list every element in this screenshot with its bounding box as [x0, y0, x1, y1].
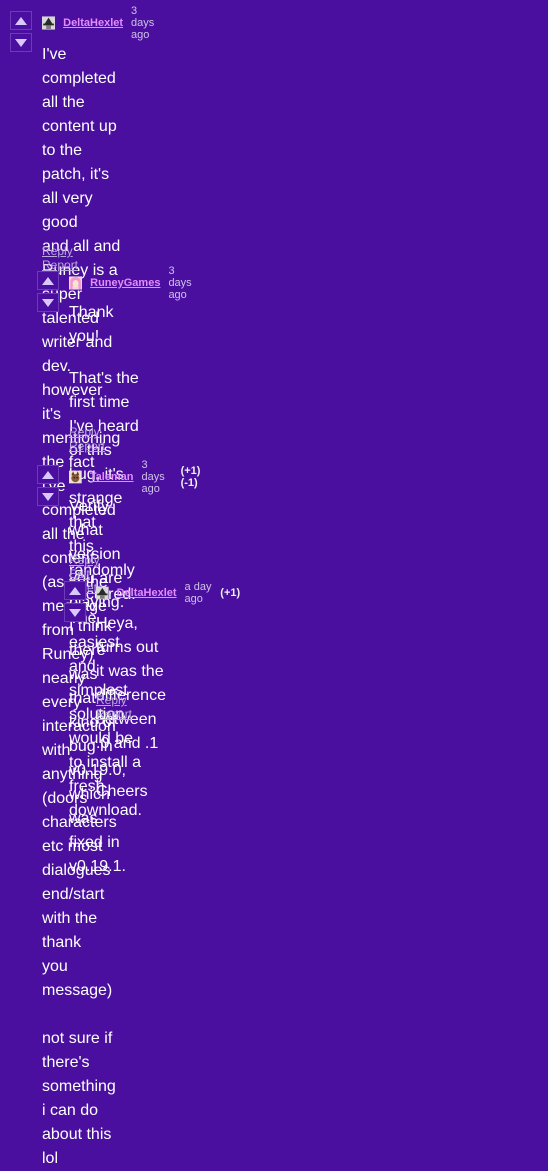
reply-link[interactable]: Reply	[96, 693, 127, 707]
comment-header: DeltaHexlet a day ago (+1)	[96, 581, 240, 605]
vote-buttons	[64, 581, 86, 625]
report-link[interactable]: Report	[69, 439, 105, 453]
author-name[interactable]: Taleman	[90, 471, 134, 483]
timestamp[interactable]: 3 days ago	[142, 459, 173, 495]
upvote-arrow-icon	[69, 586, 81, 595]
comment-actions: Reply Report	[69, 425, 114, 453]
vote-buttons	[37, 465, 59, 509]
comment-line: Thank you!	[69, 304, 114, 345]
author-name[interactable]: RuneyGames	[90, 277, 160, 289]
comment-header: Taleman 3 days ago (+1)(-1)	[69, 459, 202, 495]
upvote-button[interactable]	[37, 271, 59, 290]
vote-buttons	[37, 271, 59, 315]
upvote-button[interactable]	[64, 581, 86, 600]
pink-hair-avatar-icon[interactable]	[69, 272, 83, 294]
reply-link[interactable]: Reply	[69, 425, 100, 439]
downvote-button[interactable]	[64, 603, 86, 622]
comment-line: I've completed all the content up to the…	[42, 46, 117, 231]
score-badge: (+1)(-1)	[180, 465, 201, 489]
reply-link[interactable]: Reply	[69, 553, 100, 567]
comment-line: Cheers	[96, 783, 148, 800]
report-link[interactable]: Report	[96, 707, 132, 721]
author-name[interactable]: DeltaHexlet	[63, 17, 123, 29]
brown-creature-avatar-icon[interactable]	[69, 466, 82, 488]
witch-hat-avatar-icon[interactable]	[96, 582, 109, 604]
downvote-arrow-icon	[42, 298, 54, 307]
comment-actions: Reply Report	[96, 693, 141, 721]
timestamp[interactable]: a day ago	[185, 581, 213, 605]
comment-line: not sure if there's something i can do a…	[42, 1030, 116, 1167]
downvote-button[interactable]	[37, 487, 59, 506]
author-name[interactable]: DeltaHexlet	[117, 587, 177, 599]
upvote-arrow-icon	[15, 16, 27, 25]
upvote-button[interactable]	[37, 465, 59, 484]
comment-actions: Reply Report	[42, 244, 87, 272]
downvote-button[interactable]	[37, 293, 59, 312]
score-badge: (+1)	[220, 587, 241, 599]
upvote-button[interactable]	[10, 11, 32, 30]
downvote-arrow-icon	[69, 608, 81, 617]
comment-line: Heya, turns out it was the difference be…	[96, 615, 166, 752]
downvote-button[interactable]	[10, 33, 32, 52]
comment-header: DeltaHexlet 3 days ago	[42, 5, 171, 41]
report-link[interactable]: Report	[42, 258, 78, 272]
downvote-arrow-icon	[15, 38, 27, 47]
vote-buttons	[10, 11, 32, 55]
comment-line: you message)	[42, 958, 113, 999]
reply-link[interactable]: Reply	[42, 244, 73, 258]
comment-header: RuneyGames 3 days ago	[69, 265, 209, 301]
upvote-arrow-icon	[42, 470, 54, 479]
downvote-arrow-icon	[42, 492, 54, 501]
upvote-arrow-icon	[42, 276, 54, 285]
timestamp[interactable]: 3 days ago	[168, 265, 200, 301]
timestamp[interactable]: 3 days ago	[131, 5, 163, 41]
witch-hat-avatar-icon[interactable]	[42, 12, 56, 34]
edit-link[interactable]: Edit	[69, 567, 90, 581]
